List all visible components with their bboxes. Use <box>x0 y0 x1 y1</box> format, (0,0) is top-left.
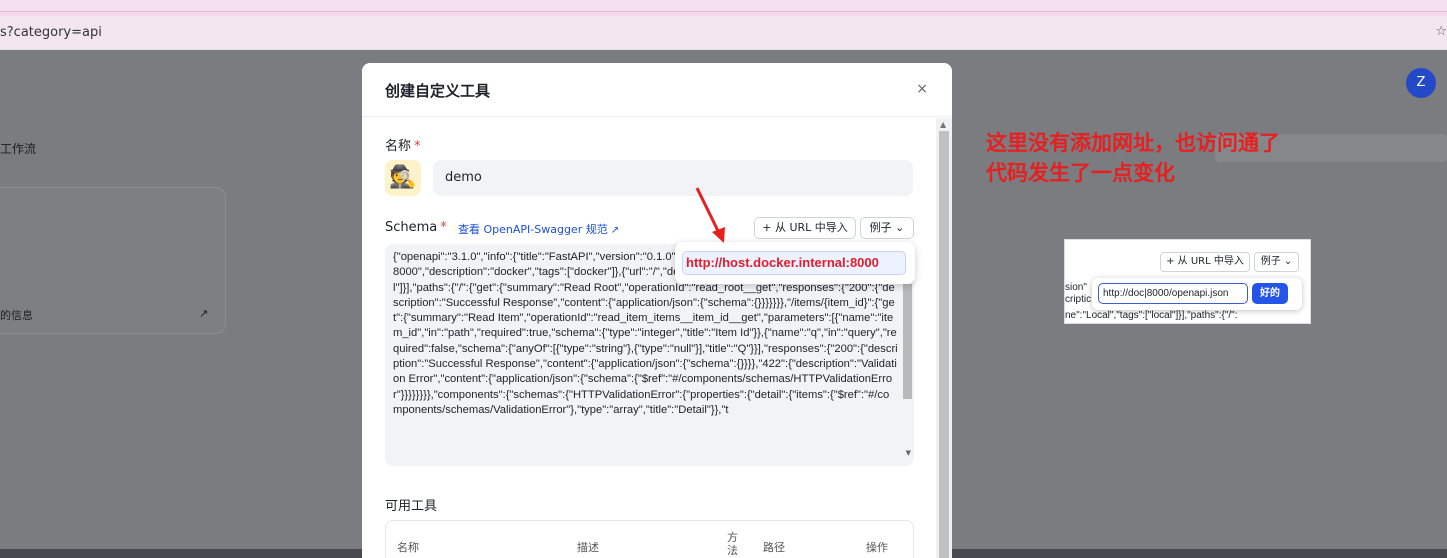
inset-schema-line: ne":"Local","tags":["local"]}],"paths":{… <box>1065 310 1238 321</box>
inset-url-input: http://doc|8000/openapi.json <box>1098 283 1248 304</box>
annotation-line-2: 代码发生了一点变化 <box>986 161 1175 185</box>
annotation-line-1: 这里没有添加网址，也访问通了 <box>986 131 1280 155</box>
inset-example-button: 例子 ⌄ <box>1254 252 1299 272</box>
inset-ok-button: 好的 <box>1252 283 1288 304</box>
annotation-text: 这里没有添加网址，也访问通了 代码发生了一点变化 <box>986 128 1280 188</box>
inset-url-popup: http://doc|8000/openapi.json 好的 <box>1092 278 1302 310</box>
inset-import-button: + 从 URL 中导入 <box>1160 252 1250 272</box>
inset-screenshot: + 从 URL 中导入 例子 ⌄ sion" criptic ne":"Loca… <box>1064 239 1311 324</box>
